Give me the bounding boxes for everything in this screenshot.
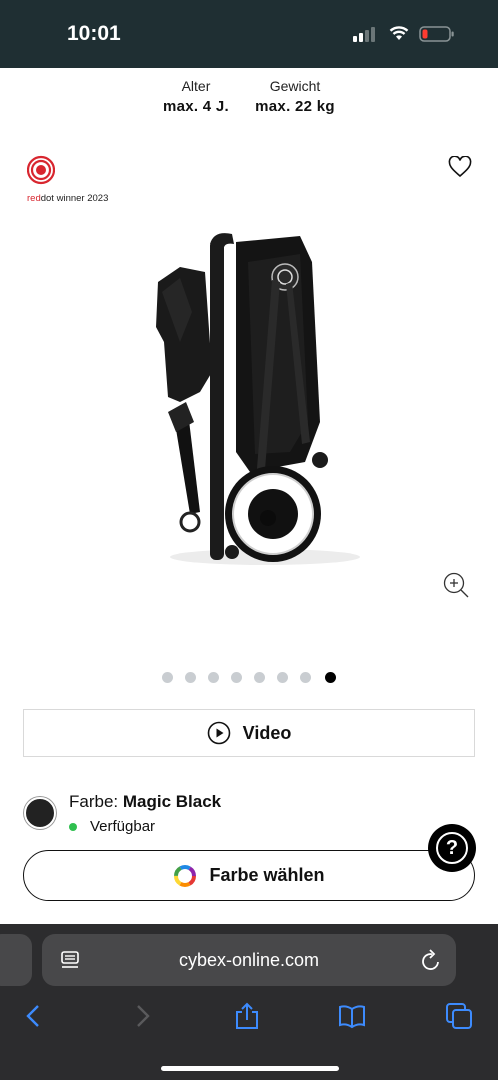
availability-text: Verfügbar [90, 818, 156, 835]
choose-color-label: Farbe wählen [209, 865, 325, 885]
color-label: Farbe: Magic Black [69, 792, 221, 812]
bookmarks-icon[interactable] [338, 1002, 366, 1030]
share-icon[interactable] [233, 1002, 261, 1030]
video-button-label: Video [242, 722, 292, 743]
reload-icon[interactable] [420, 948, 442, 972]
back-icon[interactable] [20, 1002, 48, 1030]
color-name: Magic Black [122, 792, 222, 811]
available-dot-icon [69, 822, 77, 831]
gallery-dot[interactable] [162, 672, 173, 683]
spec-weight-value: max. 22 kg [255, 98, 335, 115]
product-specs: Alter max. 4 J. Gewicht max. 22 kg [0, 78, 498, 122]
previous-tab-preview[interactable] [0, 934, 32, 986]
address-bar[interactable]: cybex-online.com [42, 934, 456, 986]
product-image-folded-stroller[interactable] [140, 222, 380, 582]
reddot-award-text: reddot winner 2023 [27, 193, 108, 204]
spec-age-value: max. 4 J. [162, 98, 230, 115]
color-swatch[interactable] [24, 797, 56, 829]
reddot-dot-word: dot [40, 193, 54, 204]
gallery-pagination [0, 672, 498, 684]
tabs-icon[interactable] [445, 1002, 473, 1030]
cellular-signal-icon [353, 26, 379, 42]
color-prefix: Farbe: [69, 792, 123, 811]
gallery-dot[interactable] [185, 672, 196, 683]
browser-toolbar: cybex-online.com [0, 924, 498, 1080]
status-bar: 10:01 [0, 0, 498, 68]
gallery-dot[interactable] [208, 672, 219, 683]
home-indicator [161, 1066, 339, 1071]
color-wheel-icon [174, 864, 197, 887]
spec-age-label: Alter [181, 78, 211, 94]
reddot-winner-year: winner 2023 [53, 193, 109, 204]
gallery-dot[interactable] [300, 672, 311, 683]
gallery-dot[interactable] [277, 672, 288, 683]
help-button[interactable]: ? [428, 824, 476, 872]
play-icon [207, 721, 230, 745]
reddot-red-word: red [27, 193, 41, 204]
gallery-dot[interactable] [254, 672, 265, 683]
wishlist-heart-icon[interactable] [448, 156, 472, 178]
status-time: 10:01 [67, 22, 121, 45]
wifi-icon [389, 26, 409, 40]
forward-icon[interactable] [128, 1002, 156, 1030]
battery-low-icon [419, 26, 454, 42]
gallery-dot-active[interactable] [325, 672, 336, 683]
reddot-award-logo [27, 155, 55, 185]
zoom-in-icon[interactable] [442, 571, 470, 599]
gallery-dot[interactable] [231, 672, 242, 683]
spec-age: Alter max. 4 J. [160, 78, 232, 115]
choose-color-button[interactable]: Farbe wählen [23, 850, 475, 901]
video-button[interactable]: Video [23, 709, 475, 757]
availability: Verfügbar [69, 818, 155, 835]
help-question-icon: ? [436, 832, 468, 864]
spec-weight: Gewicht max. 22 kg [249, 78, 341, 115]
spec-weight-label: Gewicht [269, 78, 321, 94]
url-text: cybex-online.com [178, 950, 320, 970]
